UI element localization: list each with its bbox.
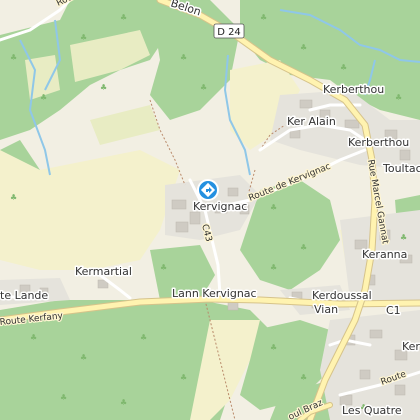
place-label-kerberthou-1: Kerberthou: [323, 83, 384, 96]
svg-text:♣: ♣: [270, 203, 277, 212]
svg-text:♣: ♣: [200, 83, 207, 92]
svg-text:♣: ♣: [80, 33, 87, 42]
place-label-kermartial: Kermartial: [75, 265, 132, 278]
svg-text:♣: ♣: [10, 193, 17, 202]
svg-text:♣: ♣: [30, 333, 37, 342]
svg-text:♣: ♣: [100, 83, 107, 92]
map-canvas[interactable]: ♣ ♣ ♣ ♣ ♣ ♣ ♣ ♣ ♣ ♣ ♣ ♣ ♣ ♣ ♣ ♣ ♣ ♣ ♣ ♣ ♣ ♣ ♣ ♣ ♣ ♣ D 24 …: [0, 0, 420, 420]
place-label-kerdoussal: Kerdoussal: [312, 289, 372, 302]
place-label-lann-kervignac: Lann Kervignac: [172, 287, 257, 300]
svg-text:♣: ♣: [80, 353, 87, 362]
svg-text:♣: ♣: [270, 263, 277, 272]
place-label-ker: Ker: [402, 340, 420, 353]
place-label-ker-alain: Ker Alain: [287, 115, 336, 128]
map-svg[interactable]: ♣♣♣ ♣♣♣ ♣♣♣ ♣♣♣ ♣♣♣ ♣♣♣ ♣♣♣ ♣♣♣ ♣♣ D 24 …: [0, 0, 420, 420]
road-shield-d24: D 24: [213, 23, 245, 39]
svg-text:♣: ♣: [60, 393, 67, 402]
svg-text:♣: ♣: [395, 93, 402, 102]
place-label-keranna: Keranna: [362, 248, 407, 261]
svg-text:♣: ♣: [140, 333, 147, 342]
place-label-kervignac: Kervignac: [193, 200, 247, 213]
road-shield-label: D 24: [217, 27, 241, 38]
svg-text:♣: ♣: [260, 13, 267, 22]
svg-text:♣: ♣: [300, 243, 307, 252]
svg-text:♣: ♣: [180, 373, 187, 382]
svg-text:♣: ♣: [270, 343, 277, 352]
place-label-kerberthou-2: Kerberthou: [348, 136, 409, 149]
place-label-toultac: Toultac: [382, 162, 420, 175]
svg-text:♣: ♣: [160, 263, 167, 272]
svg-text:♣: ♣: [340, 63, 347, 72]
place-label-vian: Vian: [314, 303, 338, 316]
location-marker[interactable]: [197, 179, 219, 201]
svg-text:♣: ♣: [180, 53, 187, 62]
svg-text:♣: ♣: [120, 13, 127, 22]
svg-text:♣: ♣: [300, 373, 307, 382]
svg-text:♣: ♣: [10, 53, 17, 62]
place-label-les-quatre: Les Quatre: [342, 404, 402, 417]
place-label-lande: te Lande: [0, 289, 48, 302]
svg-text:♣: ♣: [40, 93, 47, 102]
svg-text:♣: ♣: [400, 233, 407, 242]
svg-text:♣: ♣: [120, 398, 127, 407]
road-label-route-right: C1: [386, 304, 401, 317]
svg-text:♣: ♣: [300, 43, 307, 52]
